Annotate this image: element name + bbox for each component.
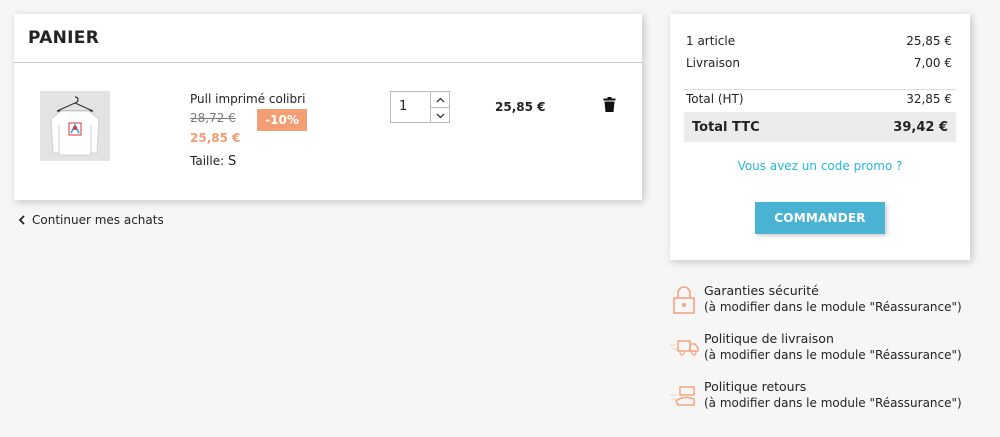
reassurance-subtitle: (à modifier dans le module "Réassurance"… [704,300,962,314]
reassurance-subtitle: (à modifier dans le module "Réassurance"… [704,396,962,410]
summary-divider [684,89,956,90]
cart-panel: PANIER Pull imprimé colibri 28,72 € -10%… [14,14,642,200]
quantity-input[interactable]: 1 [390,91,430,123]
cart-title: PANIER [28,28,100,48]
total-ttc-label: Total TTC [692,119,760,135]
summary-total-ttc-row: Total TTC 39,42 € [684,112,956,142]
current-price: 25,85 € [190,131,241,145]
reassurance-title: Politique retours [704,379,807,394]
reassurance-title: Garanties sécurité [704,283,819,298]
quantity-stepper [430,91,450,123]
size-attribute: Taille: S [190,154,236,169]
total-ht-label: Total (HT) [686,92,744,106]
line-total: 25,85 € [495,100,546,114]
trash-icon [603,97,616,112]
chevron-down-icon [436,113,444,118]
promo-code-link[interactable]: Vous avez un code promo ? [670,159,970,173]
continue-shopping-link[interactable]: Continuer mes achats [18,213,164,227]
size-value: S [227,154,237,169]
cart-divider [14,62,642,63]
total-ht-value: 32,85 € [906,92,952,106]
shipping-label: Livraison [686,56,740,70]
reassurance-title: Politique de livraison [704,331,834,346]
return-box-icon [670,381,698,409]
reassurance-subtitle: (à modifier dans le module "Réassurance"… [704,348,962,362]
summary-items-row: 1 article 25,85 € [686,34,952,48]
items-subtotal: 25,85 € [906,34,952,48]
size-label: Taille: [190,154,225,168]
items-count-label: 1 article [686,34,736,48]
quantity-decrease-button[interactable] [431,108,449,123]
chevron-up-icon [436,97,444,102]
sweater-image-icon [50,96,100,156]
continue-shopping-label: Continuer mes achats [32,213,164,227]
remove-item-button[interactable] [603,97,616,116]
product-thumbnail[interactable] [40,91,110,161]
total-ttc-value: 39,42 € [893,119,948,135]
summary-shipping-row: Livraison 7,00 € [686,56,952,70]
truck-icon [670,333,699,361]
old-price: 28,72 € [190,111,236,125]
lock-icon [670,285,698,314]
checkout-button[interactable]: COMMANDER [755,202,885,234]
product-name[interactable]: Pull imprimé colibri [190,92,305,106]
shipping-value: 7,00 € [913,56,952,70]
discount-badge: -10% [257,109,307,131]
chevron-left-icon [18,215,25,225]
order-summary-panel: 1 article 25,85 € Livraison 7,00 € Total… [670,14,970,260]
quantity-increase-button[interactable] [431,92,449,108]
summary-total-ht-row: Total (HT) 32,85 € [686,92,952,106]
